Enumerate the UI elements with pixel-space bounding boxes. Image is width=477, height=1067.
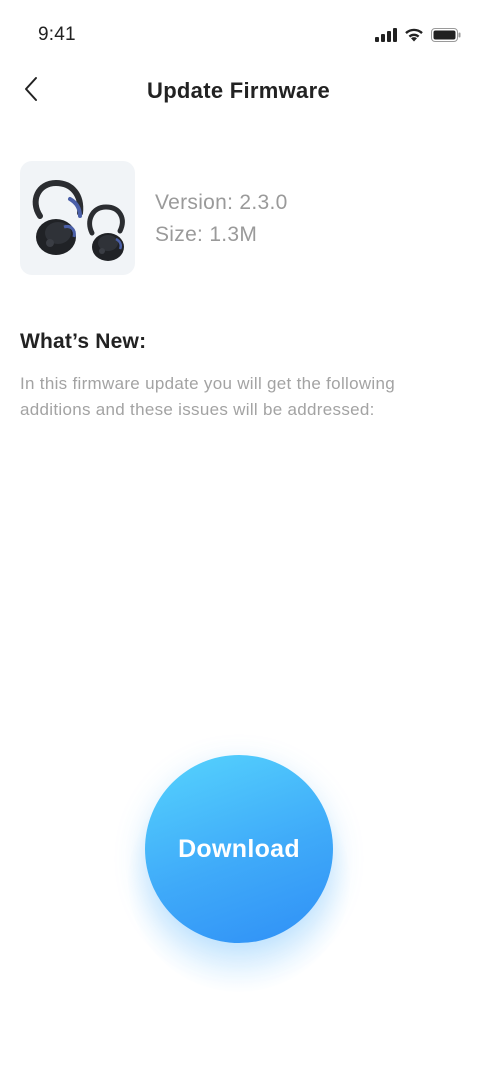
status-bar: 9:41 [0, 0, 477, 70]
whats-new-heading: What’s New: [20, 330, 147, 353]
nav-header: Update Firmware [0, 70, 477, 114]
download-label: Download [178, 834, 300, 863]
firmware-version: Version: 2.3.0 [155, 191, 288, 214]
product-info: Version: 2.3.0 Size: 1.3M [155, 187, 288, 251]
earbuds-image [20, 161, 135, 275]
whats-new-body: In this firmware update you will get the… [20, 374, 396, 419]
status-time: 9:41 [38, 24, 76, 45]
signal-icon [375, 28, 397, 42]
firmware-size: Size: 1.3M [155, 223, 258, 246]
page-title: Update Firmware [147, 78, 330, 103]
status-icons [375, 25, 461, 45]
download-button[interactable]: Download [145, 755, 333, 943]
wifi-icon [404, 28, 424, 42]
battery-icon [431, 28, 461, 42]
